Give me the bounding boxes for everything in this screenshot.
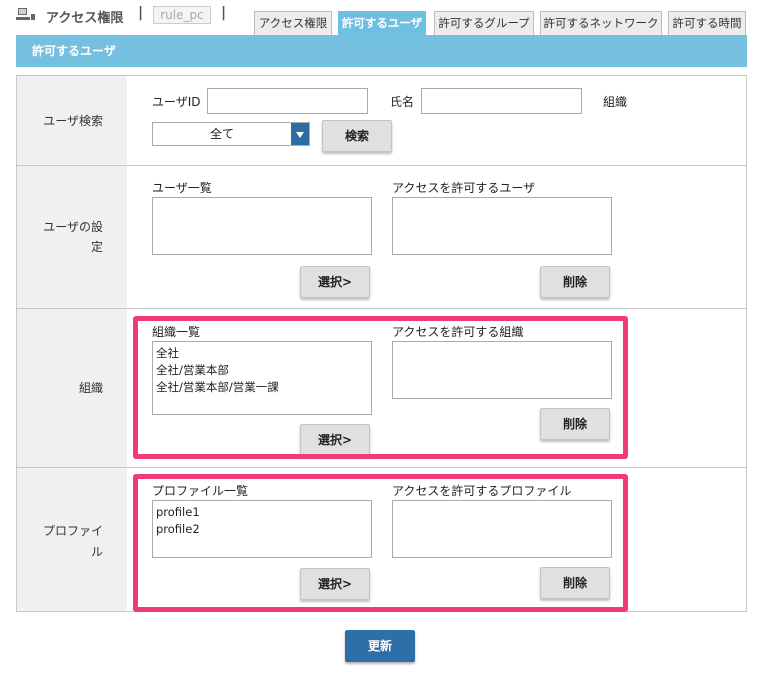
select-user-button[interactable]: 選択> <box>300 266 370 298</box>
org-select-value: 全て <box>209 127 234 141</box>
highlight-box <box>133 316 628 459</box>
row-label-text: 定 <box>90 240 103 254</box>
search-button[interactable]: 検索 <box>322 120 392 152</box>
allowed-users-label: アクセスを許可するユーザ <box>392 181 536 195</box>
org-label: 組織 <box>603 95 628 109</box>
row-label-text: ル <box>90 545 103 559</box>
name-input[interactable] <box>421 88 582 114</box>
row-label: プロファイ ル <box>17 468 127 611</box>
tab-access-rights[interactable]: アクセス権限 <box>254 11 332 35</box>
user-id-input[interactable] <box>207 88 368 114</box>
row-label-text: ユーザ検索 <box>43 114 103 128</box>
user-list-box[interactable] <box>152 197 372 255</box>
page-title: アクセス権限 <box>46 11 124 26</box>
row-label: ユーザの設 定 <box>17 166 127 308</box>
user-id-label: ユーザID <box>152 95 201 109</box>
tab-allowed-networks[interactable]: 許可するネットワーク <box>540 11 662 35</box>
user-list-label: ユーザ一覧 <box>152 181 212 195</box>
row-label-text: 組織 <box>78 381 103 395</box>
computer-icon <box>16 8 35 20</box>
title-separator: | <box>138 5 144 21</box>
update-button[interactable]: 更新 <box>345 630 415 662</box>
tab-allowed-times[interactable]: 許可する時間 <box>668 11 746 35</box>
user-search-row: ユーザ検索 ユーザID 氏名 組織 全て 検索 <box>17 76 746 166</box>
row-label: 組織 <box>17 309 127 467</box>
row-label-text: プロファイ <box>42 524 103 538</box>
row-label-text: ユーザの設 <box>43 220 103 234</box>
allowed-users-box[interactable] <box>392 197 612 255</box>
section-header: 許可するユーザ <box>16 35 747 67</box>
user-settings-row: ユーザの設 定 ユーザ一覧 アクセスを許可するユーザ 選択> 削除 <box>17 166 746 309</box>
rule-name-badge: rule_pc <box>153 6 211 24</box>
row-label: ユーザ検索 <box>17 76 127 165</box>
org-select[interactable]: 全て <box>152 122 310 146</box>
delete-user-button[interactable]: 削除 <box>540 266 610 298</box>
chevron-down-icon[interactable] <box>291 123 309 145</box>
top-bar: アクセス権限 | rule_pc | アクセス権限 許可するユーザ 許可するグル… <box>0 0 760 36</box>
highlight-box <box>133 474 628 612</box>
tab-allowed-groups[interactable]: 許可するグループ <box>434 11 534 35</box>
title-separator: | <box>221 5 227 21</box>
tab-allowed-users[interactable]: 許可するユーザ <box>338 11 426 35</box>
name-label: 氏名 <box>390 95 415 109</box>
